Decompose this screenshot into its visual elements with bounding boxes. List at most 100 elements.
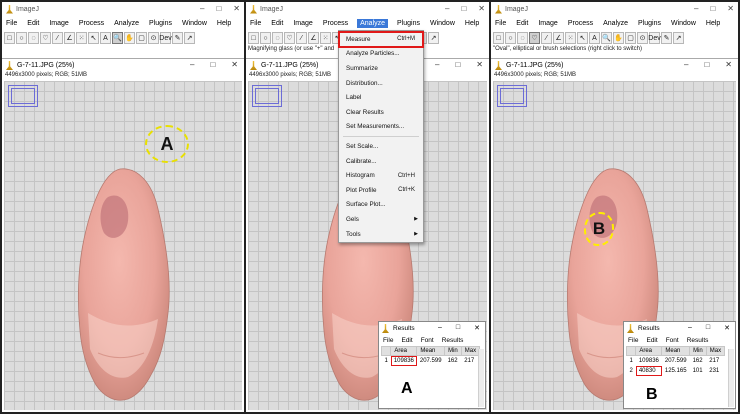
menu-item-distribution[interactable]: Distribution... bbox=[339, 76, 423, 91]
results-window[interactable]: Results – □ ✕ File Edit Font Results Area Mean Min… bbox=[378, 321, 486, 409]
point-tool-icon[interactable]: ⁙ bbox=[565, 32, 576, 44]
rectangle-tool-icon[interactable]: □ bbox=[4, 32, 15, 44]
developer-menu-icon[interactable]: Dev bbox=[159, 32, 172, 44]
oval-tool-icon[interactable]: ○ bbox=[505, 32, 516, 44]
results-menu-font[interactable]: Font bbox=[666, 337, 679, 344]
table-row[interactable]: 2 40830 125.165 101 231 bbox=[627, 366, 725, 376]
roi-selection-a[interactable]: A bbox=[145, 125, 189, 163]
maximize-button[interactable]: □ bbox=[710, 4, 715, 13]
hand-tool-icon[interactable]: ✋ bbox=[613, 32, 624, 44]
menu-plugins[interactable]: Plugins bbox=[148, 19, 173, 28]
rectangle-tool-icon[interactable]: □ bbox=[493, 32, 504, 44]
results-menu-file[interactable]: File bbox=[628, 337, 638, 344]
pencil-tool-icon[interactable]: ✎ bbox=[172, 32, 183, 44]
menu-process[interactable]: Process bbox=[322, 19, 349, 28]
menu-image[interactable]: Image bbox=[292, 19, 313, 28]
menu-file[interactable]: File bbox=[249, 19, 262, 28]
menu-help[interactable]: Help bbox=[216, 19, 232, 28]
minimize-button[interactable]: – bbox=[435, 60, 439, 69]
freehand-tool-icon[interactable]: ♡ bbox=[284, 32, 295, 44]
menu-window[interactable]: Window bbox=[670, 19, 697, 28]
menu-plugins[interactable]: Plugins bbox=[396, 19, 421, 28]
point-tool-icon[interactable]: ⁙ bbox=[320, 32, 331, 44]
close-button[interactable]: ✕ bbox=[231, 60, 238, 69]
menu-analyze[interactable]: Analyze bbox=[602, 19, 629, 28]
menu-help[interactable]: Help bbox=[464, 19, 480, 28]
menu-item-plot-profile[interactable]: Plot Profile Ctrl+K bbox=[339, 183, 423, 198]
column-header[interactable]: Max bbox=[460, 346, 481, 356]
column-header[interactable]: Mean bbox=[416, 346, 446, 356]
dropper-tool-icon[interactable]: ▢ bbox=[136, 32, 147, 44]
minimize-button[interactable]: – bbox=[694, 4, 698, 13]
minimize-button[interactable]: – bbox=[438, 324, 442, 332]
menu-help[interactable]: Help bbox=[705, 19, 721, 28]
menu-process[interactable]: Process bbox=[78, 19, 105, 28]
menu-file[interactable]: File bbox=[5, 19, 18, 28]
table-row[interactable]: 1 109836 207.599 162 217 bbox=[382, 355, 480, 366]
developer-menu-icon[interactable]: Dev bbox=[648, 32, 661, 44]
maximize-button[interactable]: □ bbox=[704, 60, 709, 69]
results-scrollbar[interactable] bbox=[728, 349, 734, 407]
maximize-button[interactable]: □ bbox=[456, 324, 460, 332]
text-tool-icon[interactable]: A bbox=[589, 32, 600, 44]
close-button[interactable]: ✕ bbox=[474, 324, 480, 332]
results-menu-edit[interactable]: Edit bbox=[401, 337, 412, 344]
results-menu-results[interactable]: Results bbox=[687, 337, 709, 344]
results-menu-file[interactable]: File bbox=[383, 337, 393, 344]
polygon-tool-icon[interactable]: ◌ bbox=[272, 32, 283, 44]
maximize-button[interactable]: □ bbox=[706, 324, 710, 332]
minimize-button[interactable]: – bbox=[684, 60, 688, 69]
menu-edit[interactable]: Edit bbox=[26, 19, 40, 28]
table-row[interactable]: 1 109836 207.599 162 217 bbox=[627, 356, 725, 367]
menu-item-tools[interactable]: Tools ▶ bbox=[339, 227, 423, 242]
line-tool-icon[interactable]: ⁄ bbox=[296, 32, 307, 44]
menu-image[interactable]: Image bbox=[537, 19, 558, 28]
close-button[interactable]: ✕ bbox=[476, 60, 483, 69]
arrow-tool-icon[interactable]: ↗ bbox=[428, 32, 439, 44]
menu-edit[interactable]: Edit bbox=[515, 19, 529, 28]
results-menu-edit[interactable]: Edit bbox=[646, 337, 657, 344]
dropper-tool-icon[interactable]: ▢ bbox=[625, 32, 636, 44]
results-window[interactable]: Results – □ ✕ File Edit Font Results Area Mean Min… bbox=[623, 321, 736, 409]
column-header[interactable]: Area bbox=[635, 346, 663, 356]
menu-item-analyze-particles[interactable]: Analyze Particles... bbox=[339, 47, 423, 62]
wand-tool-icon[interactable]: ↖ bbox=[88, 32, 99, 44]
menu-analyze[interactable]: Analyze bbox=[357, 19, 389, 28]
pencil-tool-icon[interactable]: ✎ bbox=[661, 32, 672, 44]
minimize-button[interactable]: – bbox=[190, 60, 194, 69]
menu-item-surface-plot[interactable]: Surface Plot... bbox=[339, 198, 423, 213]
column-header[interactable]: Mean bbox=[661, 346, 691, 356]
close-button[interactable]: ✕ bbox=[727, 4, 734, 13]
menu-item-set-scale[interactable]: Set Scale... bbox=[339, 139, 423, 154]
menu-item-label[interactable]: Label bbox=[339, 90, 423, 105]
maximize-button[interactable]: □ bbox=[210, 60, 215, 69]
results-menu-font[interactable]: Font bbox=[421, 337, 434, 344]
close-button[interactable]: ✕ bbox=[478, 4, 485, 13]
minimize-button[interactable]: – bbox=[200, 4, 204, 13]
line-tool-icon[interactable]: ⁄ bbox=[52, 32, 63, 44]
menu-item-set-measurements[interactable]: Set Measurements... bbox=[339, 120, 423, 135]
column-header[interactable]: Min bbox=[444, 346, 462, 356]
maximize-button[interactable]: □ bbox=[216, 4, 221, 13]
column-header[interactable]: Max bbox=[705, 346, 726, 356]
menu-item-clear-results[interactable]: Clear Results bbox=[339, 105, 423, 120]
menu-file[interactable]: File bbox=[494, 19, 507, 28]
menu-process[interactable]: Process bbox=[567, 19, 594, 28]
freehand-tool-icon[interactable]: ♡ bbox=[40, 32, 51, 44]
polygon-tool-icon[interactable]: ◌ bbox=[517, 32, 528, 44]
menu-analyze[interactable]: Analyze bbox=[113, 19, 140, 28]
menu-image[interactable]: Image bbox=[48, 19, 69, 28]
oval-tool-icon[interactable]: ○ bbox=[16, 32, 27, 44]
wand-tool-icon[interactable]: ↖ bbox=[577, 32, 588, 44]
menu-window[interactable]: Window bbox=[429, 19, 456, 28]
point-tool-icon[interactable]: ⁙ bbox=[76, 32, 87, 44]
menu-item-calibrate[interactable]: Calibrate... bbox=[339, 154, 423, 169]
hand-tool-icon[interactable]: ✋ bbox=[124, 32, 135, 44]
angle-tool-icon[interactable]: ∠ bbox=[553, 32, 564, 44]
close-button[interactable]: ✕ bbox=[233, 4, 240, 13]
roi-selection-b[interactable]: B bbox=[584, 212, 614, 246]
results-scrollbar[interactable] bbox=[478, 349, 484, 407]
angle-tool-icon[interactable]: ∠ bbox=[64, 32, 75, 44]
minimize-button[interactable]: – bbox=[445, 4, 449, 13]
column-header[interactable] bbox=[625, 346, 637, 356]
